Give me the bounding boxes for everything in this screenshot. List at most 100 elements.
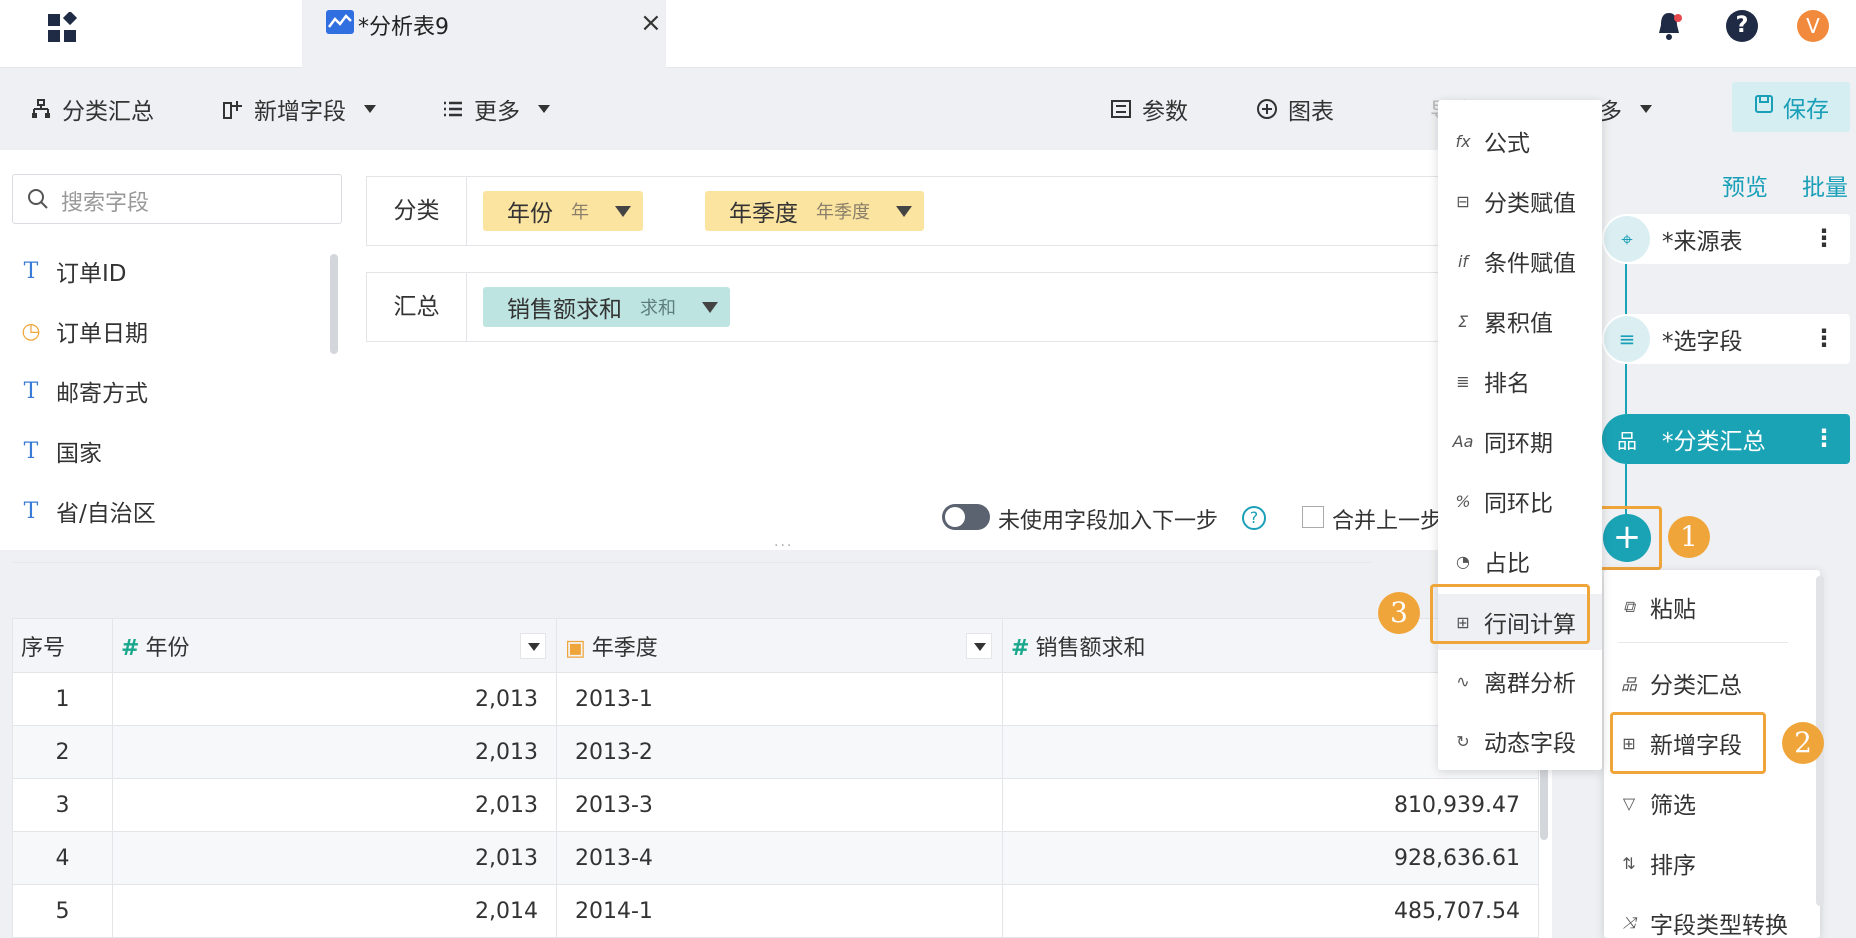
text-type-icon: T	[23, 378, 39, 404]
menu-item-sort[interactable]: ⇅ 排序	[1618, 846, 1696, 880]
menu-item-proportion[interactable]: ◔ 占比	[1452, 544, 1530, 578]
menu-item-condition-assign[interactable]: if 条件赋值	[1452, 244, 1576, 278]
menu-item-cumulative[interactable]: Σ 累积值	[1452, 304, 1553, 338]
table-row: 3 2,013 2013-3 810,939.47	[12, 778, 1539, 832]
more-vertical-icon[interactable]: ⋮	[1812, 324, 1836, 352]
scrollbar[interactable]	[330, 254, 338, 354]
node-label: *选字段	[1662, 329, 1743, 355]
field-item[interactable]: T 国家	[20, 434, 102, 468]
top-bar: *分析表9 × ? V	[0, 0, 1856, 68]
tab-analysis-sheet[interactable]: *分析表9 ×	[302, 0, 666, 68]
params-button[interactable]: 参数	[1110, 92, 1188, 126]
preview-link[interactable]: 预览	[1722, 168, 1768, 202]
group-chip[interactable]: 年份 年	[483, 191, 643, 231]
bell-icon[interactable]	[1654, 10, 1684, 42]
column-header[interactable]: ▣ 年季度	[556, 618, 1003, 673]
column-header[interactable]: # 年份	[112, 618, 557, 673]
node-label: *分类汇总	[1662, 429, 1766, 455]
menu-item-label: 字段类型转换	[1650, 913, 1788, 938]
sort-icon: ⇅	[1622, 853, 1636, 873]
plus-circle-icon	[1256, 98, 1278, 120]
step-marker: 1	[1668, 516, 1710, 558]
menu-item-group-summary[interactable]: 品分类汇总	[1618, 666, 1742, 700]
menu-item-paste[interactable]: ⧉ 粘贴	[1618, 590, 1696, 624]
menu-item-type-convert[interactable]: ⤨ 字段类型转换	[1618, 906, 1788, 938]
column-menu-button[interactable]	[966, 633, 992, 659]
menu-item-dynamic-field[interactable]: ↻ 动态字段	[1452, 724, 1576, 758]
add-field-label: 新增字段	[254, 99, 346, 125]
field-label: 订单ID	[56, 261, 127, 287]
add-field-button[interactable]: 新增字段	[222, 92, 376, 126]
table-row: 5 2,014 2014-1 485,707.54	[12, 884, 1539, 938]
chevron-down-icon[interactable]	[896, 205, 912, 217]
more-vertical-icon[interactable]: ⋮	[1812, 424, 1836, 452]
menu-item-category-assign[interactable]: ⊟ 分类赋值	[1452, 184, 1576, 218]
table-cell: 5	[12, 884, 113, 938]
step-marker: 3	[1378, 592, 1420, 634]
menu-item-label: 占比	[1484, 551, 1530, 577]
chevron-down-icon	[1640, 105, 1652, 113]
table-cell: 2013-1	[556, 672, 1003, 726]
app-grid-icon[interactable]	[46, 10, 78, 44]
hierarchy-icon: 品	[1620, 675, 1637, 694]
help-icon[interactable]: ?	[1726, 10, 1758, 42]
avatar[interactable]: V	[1797, 10, 1829, 42]
menu-item-formula[interactable]: fx 公式	[1452, 124, 1530, 158]
chart-button[interactable]: 图表	[1256, 92, 1334, 126]
sliders-icon	[1110, 98, 1132, 120]
question-icon[interactable]: ?	[1242, 506, 1266, 530]
merge-label: 合并上一步	[1332, 509, 1443, 534]
menu-item-filter[interactable]: ▽ 筛选	[1618, 786, 1696, 820]
config-panel: 分类 年份 年 年季度 年季度 汇总 销售额求和 求和	[350, 150, 1580, 550]
divider	[12, 562, 1372, 563]
chevron-down-icon[interactable]	[615, 205, 631, 217]
flow-node-group-summary[interactable]: 品 *分类汇总 ⋮	[1602, 414, 1850, 464]
table-row: 4 2,013 2013-4 928,636.61	[12, 831, 1539, 885]
table-cell: 4	[12, 831, 113, 885]
group-summary-button[interactable]: 分类汇总	[30, 92, 154, 126]
field-item[interactable]: ◷ 订单日期	[20, 314, 148, 348]
outlier-icon: ∿	[1456, 671, 1470, 691]
unused-fields-toggle[interactable]	[942, 504, 990, 530]
resize-handle[interactable]: ···	[774, 538, 793, 554]
chip-sub: 求和	[640, 298, 676, 319]
node-label: *来源表	[1662, 229, 1743, 255]
group-chip[interactable]: 年季度 年季度	[705, 191, 924, 231]
flow-node-source[interactable]: ⌖ *来源表 ⋮	[1602, 214, 1850, 264]
divider	[1618, 642, 1788, 643]
period-icon: Aa	[1452, 431, 1474, 451]
field-label: 订单日期	[56, 321, 148, 347]
table-cell: 2,014	[112, 884, 557, 938]
menu-item-outlier[interactable]: ∿ 离群分析	[1452, 664, 1576, 698]
field-item[interactable]: T 邮寄方式	[20, 374, 148, 408]
table-cell: 3	[12, 778, 113, 832]
menu-item-label: 累积值	[1484, 311, 1553, 337]
chip-sub: 年季度	[816, 202, 870, 223]
menu-item-label: 动态字段	[1484, 731, 1576, 757]
batch-link[interactable]: 批量	[1802, 168, 1848, 202]
chart-label: 图表	[1288, 99, 1334, 125]
shuffle-icon: ⤨	[1622, 913, 1636, 932]
menu-item-period-ratio[interactable]: % 同环比	[1452, 484, 1553, 518]
flow-node-select[interactable]: ≡ *选字段 ⋮	[1602, 314, 1850, 364]
search-input[interactable]: 搜索字段	[12, 174, 342, 224]
close-icon[interactable]: ×	[640, 10, 662, 36]
menu-item-rank[interactable]: ≣ 排名	[1452, 364, 1530, 398]
field-item[interactable]: T 订单ID	[20, 254, 127, 288]
column-header-label: 年季度	[591, 635, 658, 661]
save-icon	[1753, 93, 1775, 121]
merge-checkbox[interactable]	[1302, 506, 1324, 528]
pie-icon: ◔	[1456, 551, 1470, 571]
more-vertical-icon[interactable]: ⋮	[1812, 224, 1836, 252]
summary-chip[interactable]: 销售额求和 求和	[483, 287, 730, 327]
more-left-button[interactable]: 更多	[442, 92, 550, 126]
hierarchy-icon: 品	[1604, 416, 1650, 462]
rank-icon: ≣	[1456, 371, 1470, 391]
date-type-icon: ◷	[21, 318, 41, 344]
menu-item-label: 离群分析	[1484, 671, 1576, 697]
column-menu-button[interactable]	[520, 633, 546, 659]
field-item[interactable]: T 省/自治区	[20, 494, 156, 528]
menu-item-period[interactable]: Aa 同环期	[1452, 424, 1553, 458]
chevron-down-icon[interactable]	[702, 301, 718, 313]
save-button[interactable]: 保存	[1732, 82, 1850, 132]
